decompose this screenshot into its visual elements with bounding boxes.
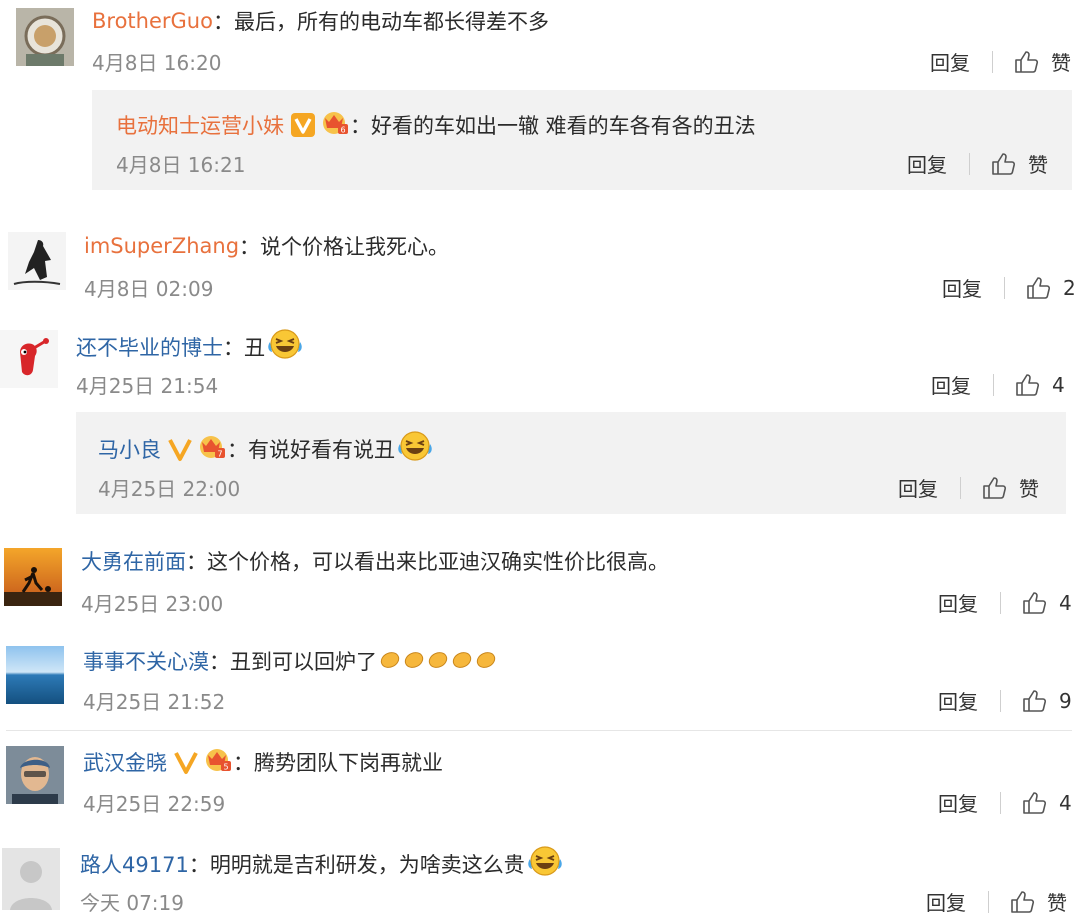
verified-v-icon <box>290 112 316 138</box>
avatar[interactable] <box>16 8 74 66</box>
like-count[interactable]: 4 <box>1052 373 1065 397</box>
reply-button[interactable]: 回复 <box>898 473 938 502</box>
thumbs-up-icon[interactable] <box>1014 372 1040 398</box>
colon: ： <box>209 649 230 674</box>
comment-text: 好看的车如出一辙 难看的车各有各的丑法 <box>371 113 756 138</box>
verified-v-icon <box>167 436 193 462</box>
thumbs-up-icon[interactable] <box>1009 889 1035 913</box>
vip-crown-icon: 5 <box>203 745 233 778</box>
colon: ： <box>233 750 254 775</box>
thumbs-up-icon[interactable] <box>1021 688 1047 714</box>
avatar[interactable] <box>8 232 66 290</box>
verified-v-icon <box>173 749 199 775</box>
like-count[interactable]: 4 <box>1059 791 1072 815</box>
divider <box>1000 791 1001 814</box>
divider <box>969 152 970 175</box>
comment-text: 丑到可以回炉了 <box>230 649 377 674</box>
colon: ： <box>212 10 234 34</box>
like-count[interactable]: 赞 <box>1051 47 1071 76</box>
colon: ： <box>188 852 210 877</box>
thumbs-up-icon[interactable] <box>1021 590 1047 616</box>
divider <box>993 373 994 396</box>
like-count[interactable]: 赞 <box>1028 149 1048 178</box>
laugh-cry-emoji-icon <box>267 328 303 365</box>
thumbs-up-icon[interactable] <box>1013 49 1039 75</box>
colon: ： <box>223 335 244 360</box>
username[interactable]: 武汉金晓 <box>83 747 167 777</box>
like-count[interactable]: 2 <box>1063 276 1076 300</box>
colon: ： <box>227 437 248 462</box>
username[interactable]: 还不毕业的博士 <box>76 332 223 362</box>
thumbs-up-icon[interactable] <box>1025 275 1051 301</box>
timestamp: 4月8日 16:20 <box>92 51 222 75</box>
username[interactable]: 电动知士运营小妹 <box>116 110 284 140</box>
timestamp: 4月25日 22:00 <box>98 477 241 501</box>
divider <box>1000 689 1001 712</box>
divider <box>6 730 1072 731</box>
colon: ： <box>350 113 371 138</box>
comment-text: 腾势团队下岗再就业 <box>254 750 443 775</box>
timestamp: 4月25日 21:52 <box>83 690 226 714</box>
comment-text: 明明就是吉利研发，为啥卖这么贵 <box>209 852 525 877</box>
divider <box>992 50 993 73</box>
laugh-cry-emoji-icon <box>527 845 563 882</box>
svg-text:5: 5 <box>223 763 228 772</box>
like-count[interactable]: 4 <box>1059 591 1072 615</box>
comment-text: 最后，所有的电动车都长得差不多 <box>233 10 549 34</box>
reply-button[interactable]: 回复 <box>907 149 947 178</box>
timestamp: 4月25日 21:54 <box>76 374 219 398</box>
reply-button[interactable]: 回复 <box>931 370 971 399</box>
vip-crown-icon: 6 <box>320 108 350 141</box>
username[interactable]: 马小良 <box>98 434 161 464</box>
svg-text:6: 6 <box>340 126 345 135</box>
avatar[interactable] <box>2 848 60 910</box>
timestamp: 4月25日 22:59 <box>83 792 226 816</box>
username[interactable]: BrotherGuo <box>92 9 213 33</box>
username[interactable]: imSuperZhang <box>84 234 239 258</box>
clap-emoji-icon <box>379 645 497 676</box>
avatar[interactable] <box>4 548 62 606</box>
thumbs-up-icon[interactable] <box>1021 790 1047 816</box>
vip-crown-icon: 7 <box>197 432 227 465</box>
avatar[interactable] <box>0 330 58 388</box>
timestamp: 4月25日 23:00 <box>81 592 224 616</box>
divider <box>1000 591 1001 614</box>
comment-text: 这个价格，可以看出来比亚迪汉确实性价比很高。 <box>207 550 669 574</box>
like-count[interactable]: 赞 <box>1047 887 1067 913</box>
username[interactable]: 大勇在前面 <box>81 546 186 576</box>
avatar[interactable] <box>6 646 64 704</box>
reply-button[interactable]: 回复 <box>938 788 978 817</box>
comment-text: 丑 <box>244 335 265 360</box>
like-count[interactable]: 9 <box>1059 689 1072 713</box>
divider <box>1004 276 1005 299</box>
comment-text: 说个价格让我死心。 <box>260 235 450 259</box>
comment-text: 有说好看有说丑 <box>248 437 395 462</box>
timestamp: 4月8日 02:09 <box>84 277 214 301</box>
reply-button[interactable]: 回复 <box>938 588 978 617</box>
colon: ： <box>186 550 207 574</box>
username[interactable]: 事事不关心漠 <box>83 646 209 676</box>
like-count[interactable]: 赞 <box>1019 473 1039 502</box>
divider <box>960 476 961 499</box>
divider <box>988 890 989 913</box>
thumbs-up-icon[interactable] <box>981 475 1007 501</box>
colon: ： <box>239 235 261 259</box>
avatar[interactable] <box>6 746 64 804</box>
reply-button[interactable]: 回复 <box>942 273 982 302</box>
timestamp: 4月8日 16:21 <box>116 153 246 177</box>
svg-text:7: 7 <box>217 450 222 459</box>
laugh-cry-emoji-icon <box>397 430 433 467</box>
reply-button[interactable]: 回复 <box>930 47 970 76</box>
reply-button[interactable]: 回复 <box>926 887 966 913</box>
username[interactable]: 路人49171 <box>80 849 189 879</box>
thumbs-up-icon[interactable] <box>990 151 1016 177</box>
reply-button[interactable]: 回复 <box>938 686 978 715</box>
timestamp: 今天 07:19 <box>80 891 184 913</box>
